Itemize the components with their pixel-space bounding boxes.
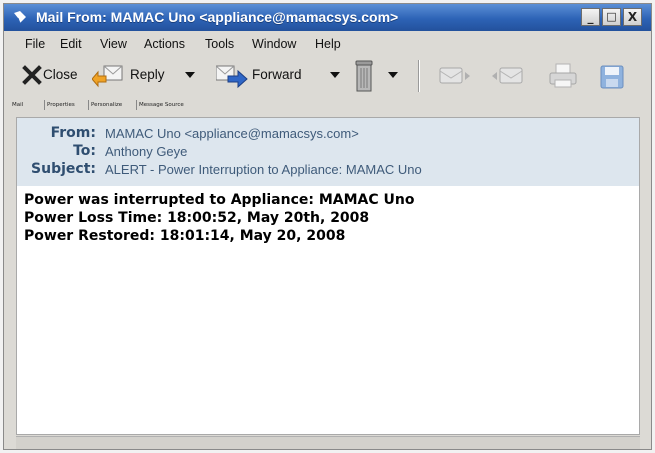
next-message-icon [439, 67, 470, 84]
to-value[interactable]: Anthony Geye [105, 144, 187, 159]
next-button[interactable] [438, 56, 472, 96]
trash-icon [355, 60, 373, 92]
save-button[interactable] [598, 56, 628, 96]
status-bar [16, 436, 640, 449]
tab-message-source[interactable]: Message Source [136, 100, 186, 110]
close-window-button[interactable]: X [623, 8, 642, 26]
message-header: From: MAMAC Uno <appliance@mamacsys.com>… [17, 118, 639, 186]
menu-view[interactable]: View [100, 37, 127, 51]
toolbar-separator [418, 60, 420, 92]
reply-dropdown-icon[interactable] [185, 72, 195, 78]
delete-button[interactable] [352, 56, 376, 96]
close-x-icon [22, 65, 42, 85]
close-button-label: Close [43, 67, 78, 82]
message-pane: From: MAMAC Uno <appliance@mamacsys.com>… [16, 117, 640, 435]
forward-button[interactable]: Forward [216, 56, 326, 96]
menu-window[interactable]: Window [252, 37, 296, 51]
menu-edit[interactable]: Edit [60, 37, 82, 51]
previous-message-icon [492, 67, 523, 84]
forward-icon [216, 65, 248, 89]
reply-button-label: Reply [130, 67, 165, 82]
mail-window: Mail From: MAMAC Uno <appliance@mamacsys… [3, 3, 652, 450]
toolbar: Close Reply Forward [4, 56, 651, 96]
delete-dropdown-icon[interactable] [388, 72, 398, 78]
body-line-1: Power was interrupted to Appliance: MAMA… [24, 192, 415, 208]
subject-label: Subject: [31, 161, 96, 177]
floppy-disk-icon [600, 65, 624, 89]
menu-help[interactable]: Help [315, 37, 341, 51]
previous-button[interactable] [490, 56, 526, 96]
maximize-button[interactable]: □ [602, 8, 621, 26]
forward-dropdown-icon[interactable] [330, 72, 340, 78]
to-label: To: [73, 143, 96, 159]
tab-personalize[interactable]: Personalize [88, 100, 124, 110]
minimize-button[interactable]: _ [581, 8, 600, 26]
reply-icon [92, 65, 123, 88]
title-bar[interactable]: Mail From: MAMAC Uno <appliance@mamacsys… [4, 4, 651, 31]
menu-bar: File Edit View Actions Tools Window Help [4, 34, 651, 54]
tab-properties[interactable]: Properties [44, 100, 77, 110]
window-title: Mail From: MAMAC Uno <appliance@mamacsys… [36, 9, 399, 25]
subject-value: ALERT - Power Interruption to Appliance:… [105, 162, 422, 177]
menu-tools[interactable]: Tools [205, 37, 234, 51]
printer-icon [549, 63, 577, 88]
forward-button-label: Forward [252, 67, 302, 82]
menu-file[interactable]: File [25, 37, 45, 51]
body-line-2: Power Loss Time: 18:00:52, May 20th, 200… [24, 210, 370, 226]
from-label: From: [50, 125, 96, 141]
reply-button[interactable]: Reply [92, 56, 174, 96]
print-button[interactable] [547, 56, 579, 96]
menu-actions[interactable]: Actions [144, 37, 185, 51]
from-value[interactable]: MAMAC Uno <appliance@mamacsys.com> [105, 126, 359, 141]
tab-mail[interactable]: Mail [10, 100, 25, 110]
body-line-3: Power Restored: 18:01:14, May 20, 2008 [24, 228, 346, 244]
mail-app-icon [14, 11, 26, 23]
close-button[interactable]: Close [18, 56, 88, 96]
